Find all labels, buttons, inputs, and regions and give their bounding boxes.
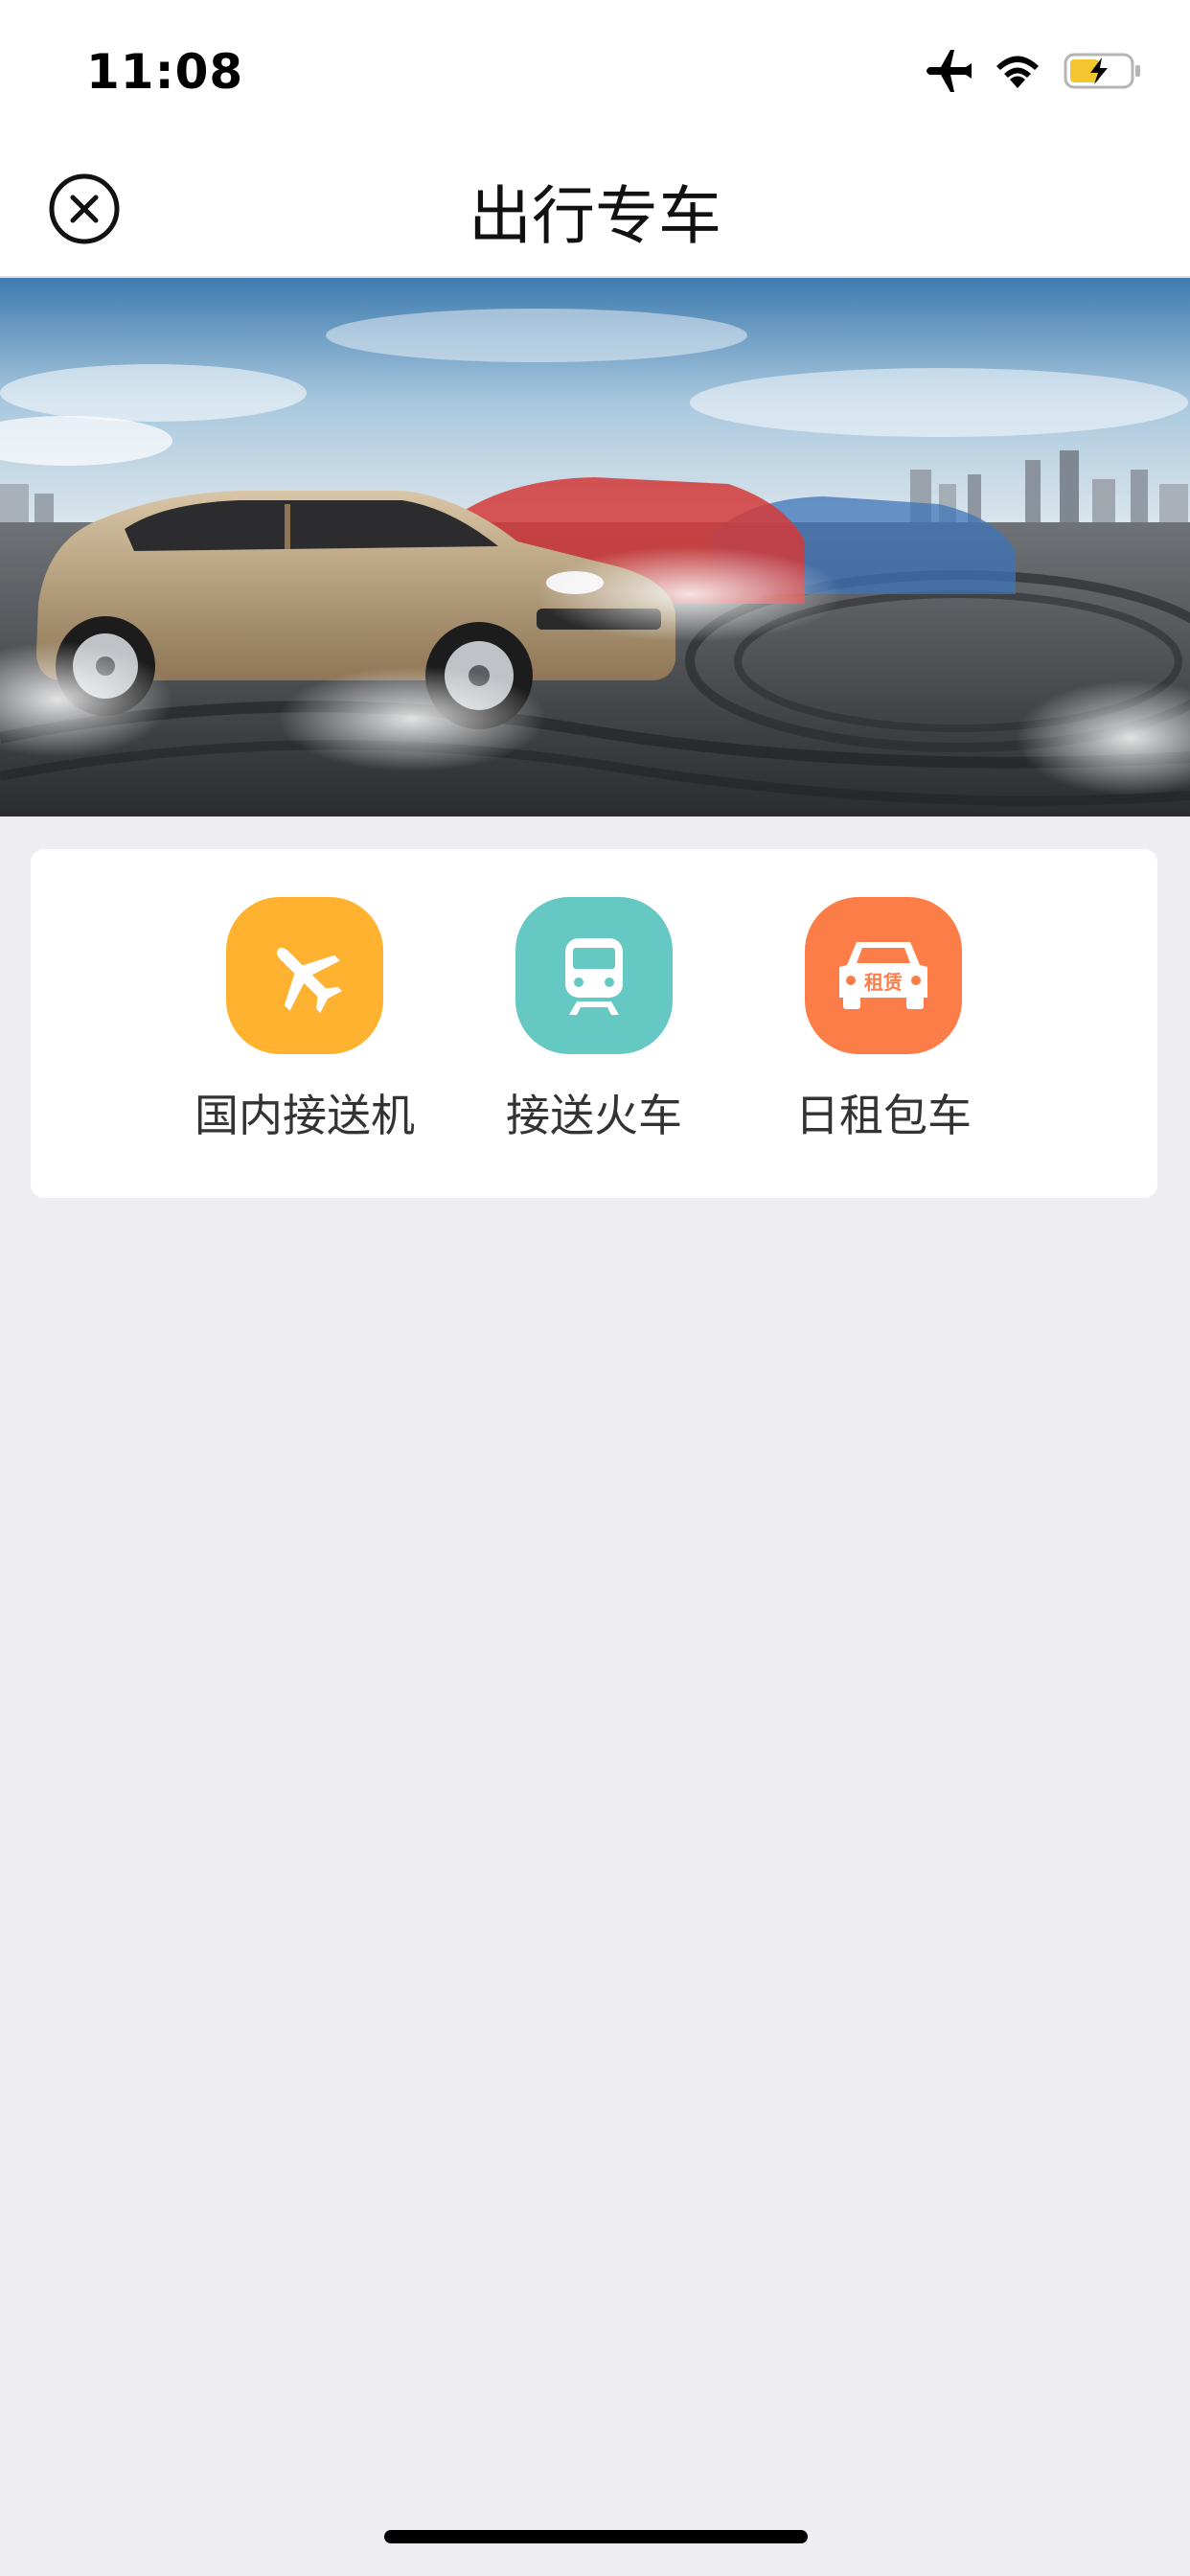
- status-icons: [922, 50, 1142, 96]
- airplane-icon: [226, 897, 383, 1054]
- service-label: 日租包车: [795, 1090, 972, 1141]
- status-bar: 11:08: [0, 0, 1190, 144]
- rental-icon-text: 租赁: [864, 971, 903, 994]
- service-train-transfer[interactable]: 接送火车: [450, 897, 738, 1144]
- cars-banner-image: [0, 278, 1190, 816]
- train-icon: [515, 897, 673, 1054]
- promo-banner[interactable]: [0, 278, 1190, 816]
- battery-charging-icon: [1064, 52, 1142, 94]
- airplane-mode-icon: [922, 48, 972, 98]
- status-time: 11:08: [86, 44, 244, 100]
- service-daily-rental[interactable]: 租赁 日租包车: [740, 897, 1027, 1144]
- service-label: 国内接送机: [195, 1090, 415, 1141]
- service-label: 接送火车: [506, 1090, 682, 1141]
- wifi-icon: [993, 52, 1042, 94]
- page-title: 出行专车: [469, 179, 721, 253]
- nav-bar: 出行专车: [0, 144, 1190, 278]
- services-card: 国内接送机 接送火车 租赁 日租包车: [31, 849, 1157, 1198]
- home-indicator[interactable]: [384, 2530, 808, 2543]
- service-airport-transfer[interactable]: 国内接送机: [161, 897, 448, 1144]
- rental-car-icon: 租赁: [805, 897, 962, 1054]
